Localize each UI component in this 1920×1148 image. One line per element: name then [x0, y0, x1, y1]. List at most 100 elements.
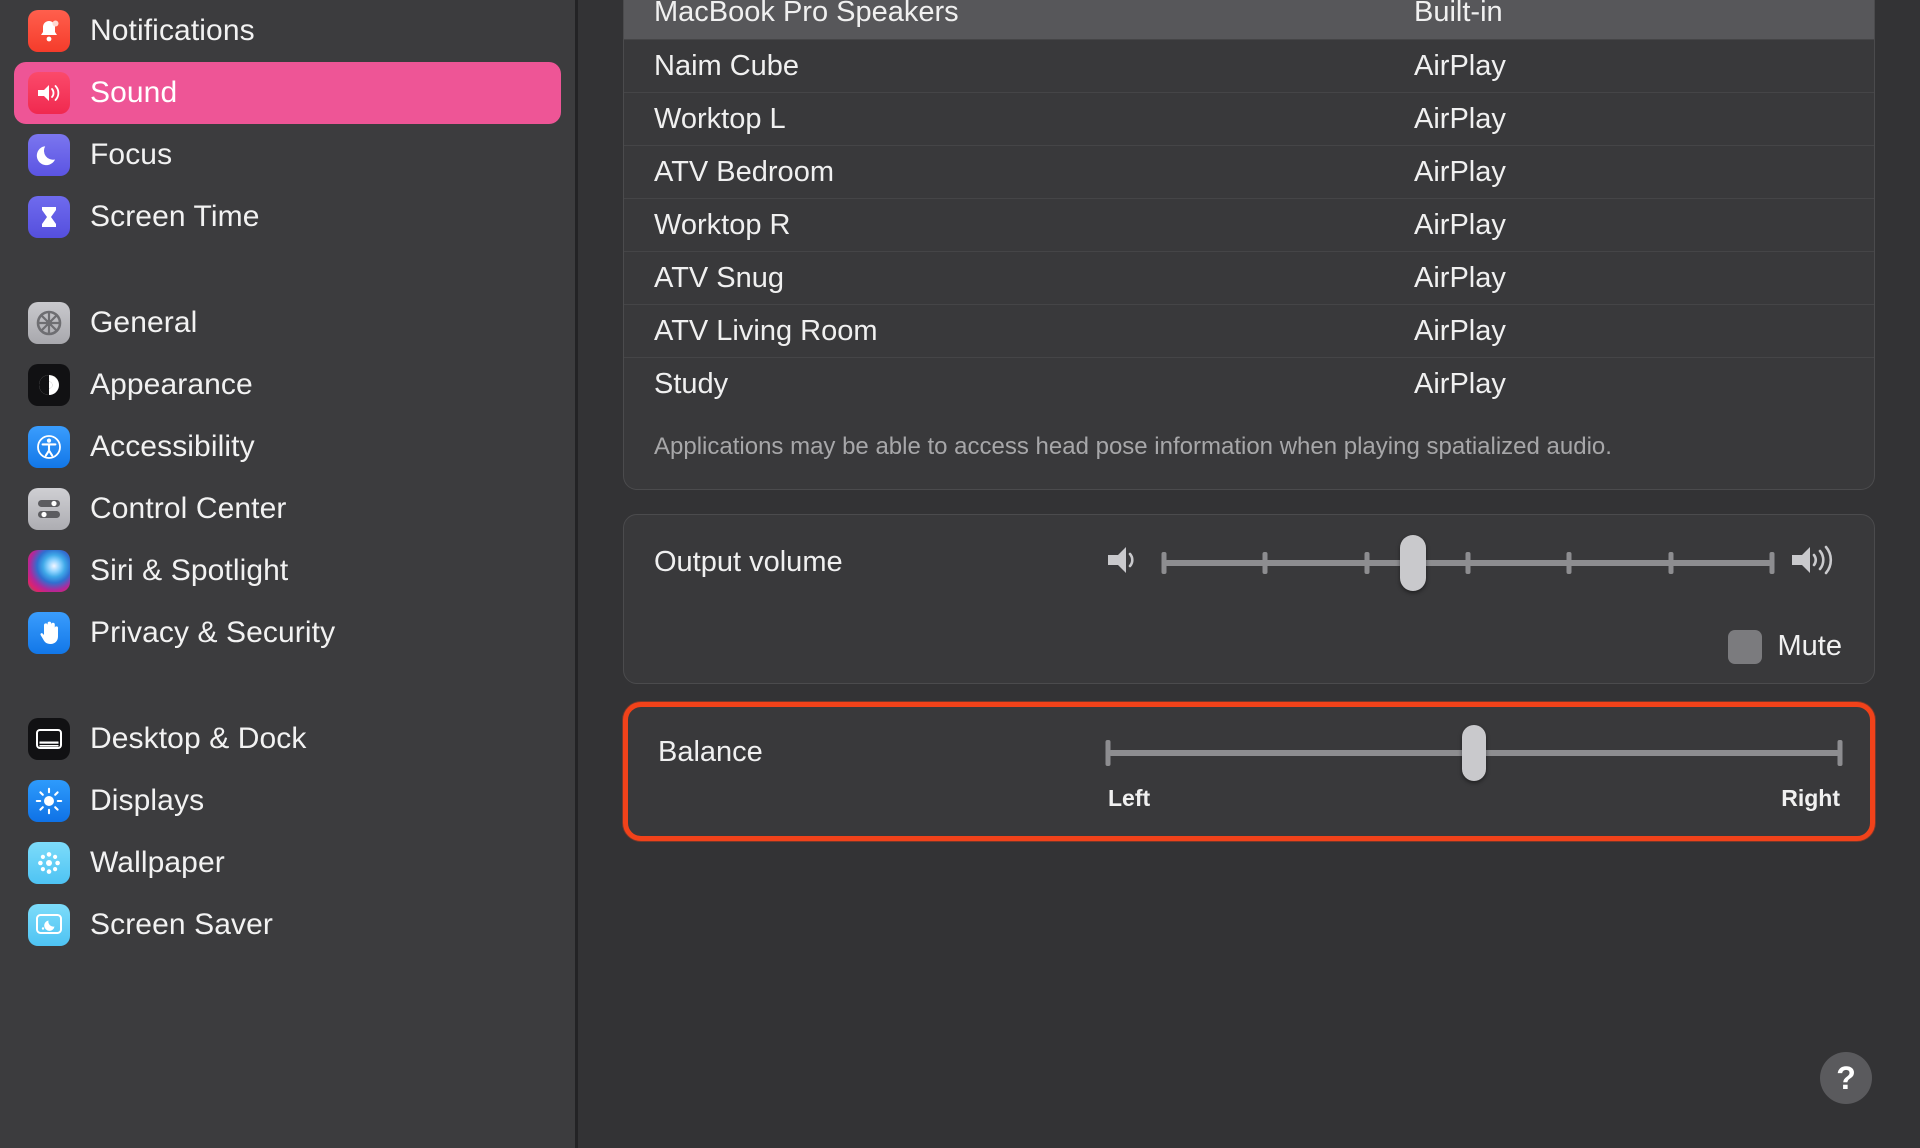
system-settings-window: Notifications Sound Focus Screen Time Genera…: [0, 0, 1920, 1148]
sidebar-item-label: Wallpaper: [90, 846, 225, 879]
output-volume-label: Output volume: [654, 546, 843, 579]
sidebar-group-divider: [14, 664, 561, 708]
sidebar-item-label: Screen Time: [90, 200, 260, 233]
table-row[interactable]: Worktop L AirPlay: [624, 92, 1874, 145]
device-name: Worktop R: [654, 208, 791, 241]
sidebar-item-label: Notifications: [90, 14, 255, 47]
table-row[interactable]: Worktop R AirPlay: [624, 198, 1874, 251]
sidebar-group-0: Notifications Sound Focus Screen Time: [14, 0, 561, 248]
balance-right-label: Right: [1781, 784, 1840, 811]
slider-tick: [1262, 551, 1268, 574]
siri-orb-icon: [28, 550, 70, 592]
device-name: ATV Living Room: [654, 314, 878, 347]
brightness-sun-icon: [28, 780, 70, 822]
sidebar-item-label: Displays: [90, 784, 205, 817]
output-volume-thumb[interactable]: [1400, 534, 1427, 591]
sidebar-item-notifications[interactable]: Notifications: [14, 0, 561, 62]
mute-row[interactable]: Mute: [654, 611, 1844, 683]
sidebar-item-appearance[interactable]: Appearance: [14, 354, 561, 416]
table-row[interactable]: Naim Cube AirPlay: [624, 39, 1874, 92]
sidebar-item-screen-time[interactable]: Screen Time: [14, 186, 561, 248]
device-type: AirPlay: [1414, 261, 1506, 294]
device-type: Built-in: [1414, 0, 1503, 28]
sidebar-item-label: Accessibility: [90, 430, 255, 463]
output-volume-row: Output volume: [654, 515, 1844, 611]
balance-label: Balance: [658, 736, 763, 769]
sidebar-item-general[interactable]: General: [14, 292, 561, 354]
gear-icon: [28, 302, 70, 344]
sidebar-item-label: Appearance: [90, 368, 253, 401]
device-type: AirPlay: [1414, 102, 1506, 135]
sidebar-item-label: General: [90, 306, 198, 339]
sidebar-group-1: General Appearance Accessibility Control Ce…: [14, 292, 561, 664]
sidebar-item-privacy-security[interactable]: Privacy & Security: [14, 602, 561, 664]
contrast-circle-icon: [28, 364, 70, 406]
sidebar-item-desktop-dock[interactable]: Desktop & Dock: [14, 708, 561, 770]
mute-label: Mute: [1777, 630, 1842, 663]
balance-right-cap: [1837, 739, 1843, 766]
sidebar-item-screen-saver[interactable]: Screen Saver: [14, 894, 561, 956]
device-name: Study: [654, 367, 729, 400]
slider-tick: [1465, 551, 1471, 574]
sound-settings-pane: MacBook Pro Speakers Built-in Naim Cube Air…: [578, 0, 1920, 1148]
sidebar-item-siri-spotlight[interactable]: Siri & Spotlight: [14, 540, 561, 602]
hourglass-icon: [28, 196, 70, 238]
device-type: AirPlay: [1414, 367, 1506, 400]
sidebar-group-2: Desktop & Dock Displays Wallpaper Screen Sa…: [14, 708, 561, 956]
sidebar-item-accessibility[interactable]: Accessibility: [14, 416, 561, 478]
desktop-dock-icon: [28, 718, 70, 760]
balance-left-label: Left: [1108, 784, 1151, 811]
balance-thumb[interactable]: [1462, 724, 1486, 781]
device-type: AirPlay: [1414, 314, 1506, 347]
sidebar-item-label: Privacy & Security: [90, 616, 336, 649]
slider-tick: [1364, 551, 1370, 574]
bell-icon: [28, 10, 70, 52]
sidebar-item-wallpaper[interactable]: Wallpaper: [14, 832, 561, 894]
balance-slider[interactable]: [1105, 724, 1843, 781]
table-row[interactable]: Study AirPlay: [624, 357, 1874, 410]
slider-tick: [1161, 551, 1167, 574]
sidebar-item-label: Desktop & Dock: [90, 722, 307, 755]
slider-tick: [1566, 551, 1572, 574]
sidebar-item-label: Sound: [90, 76, 178, 109]
balance-end-labels: Left Right: [658, 785, 1840, 830]
balance-left-cap: [1105, 739, 1111, 766]
device-type: AirPlay: [1414, 155, 1506, 188]
device-name: MacBook Pro Speakers: [654, 0, 959, 28]
table-row[interactable]: ATV Living Room AirPlay: [624, 304, 1874, 357]
sidebar-group-divider: [14, 248, 561, 292]
balance-card-highlighted: Balance Left Right: [623, 701, 1875, 841]
accessibility-person-icon: [28, 426, 70, 468]
slider-tick: [1668, 551, 1674, 574]
sidebar-item-label: Siri & Spotlight: [90, 554, 289, 587]
mute-checkbox[interactable]: [1727, 629, 1762, 664]
output-volume-card: Output volume Mute: [623, 513, 1875, 684]
sidebar-item-control-center[interactable]: Control Center: [14, 478, 561, 540]
slider-tick: [1769, 551, 1775, 574]
table-row[interactable]: ATV Snug AirPlay: [624, 251, 1874, 304]
sidebar-item-label: Control Center: [90, 492, 287, 525]
screen-saver-icon: [28, 904, 70, 946]
output-volume-slider[interactable]: [1104, 534, 1844, 591]
output-volume-track[interactable]: [1161, 534, 1775, 591]
device-type: AirPlay: [1414, 208, 1506, 241]
balance-row: Balance: [658, 707, 1843, 785]
sidebar-item-displays[interactable]: Displays: [14, 770, 561, 832]
sidebar-item-label: Screen Saver: [90, 908, 273, 941]
settings-sidebar[interactable]: Notifications Sound Focus Screen Time Genera…: [0, 0, 578, 1148]
table-row[interactable]: ATV Bedroom AirPlay: [624, 145, 1874, 198]
sliders-icon: [28, 488, 70, 530]
device-name: Naim Cube: [654, 49, 800, 82]
device-type: AirPlay: [1414, 49, 1506, 82]
sidebar-item-focus[interactable]: Focus: [14, 124, 561, 186]
device-name: Worktop L: [654, 102, 786, 135]
device-name: ATV Bedroom: [654, 155, 834, 188]
table-row[interactable]: MacBook Pro Speakers Built-in: [624, 0, 1874, 39]
device-name: ATV Snug: [654, 261, 785, 294]
speaker-icon: [28, 72, 70, 114]
speaker-high-icon: [1788, 543, 1844, 582]
output-device-list[interactable]: MacBook Pro Speakers Built-in Naim Cube Air…: [623, 0, 1875, 490]
speaker-low-icon: [1104, 543, 1148, 582]
sidebar-item-sound[interactable]: Sound: [14, 62, 561, 124]
help-button[interactable]: ?: [1820, 1052, 1872, 1104]
